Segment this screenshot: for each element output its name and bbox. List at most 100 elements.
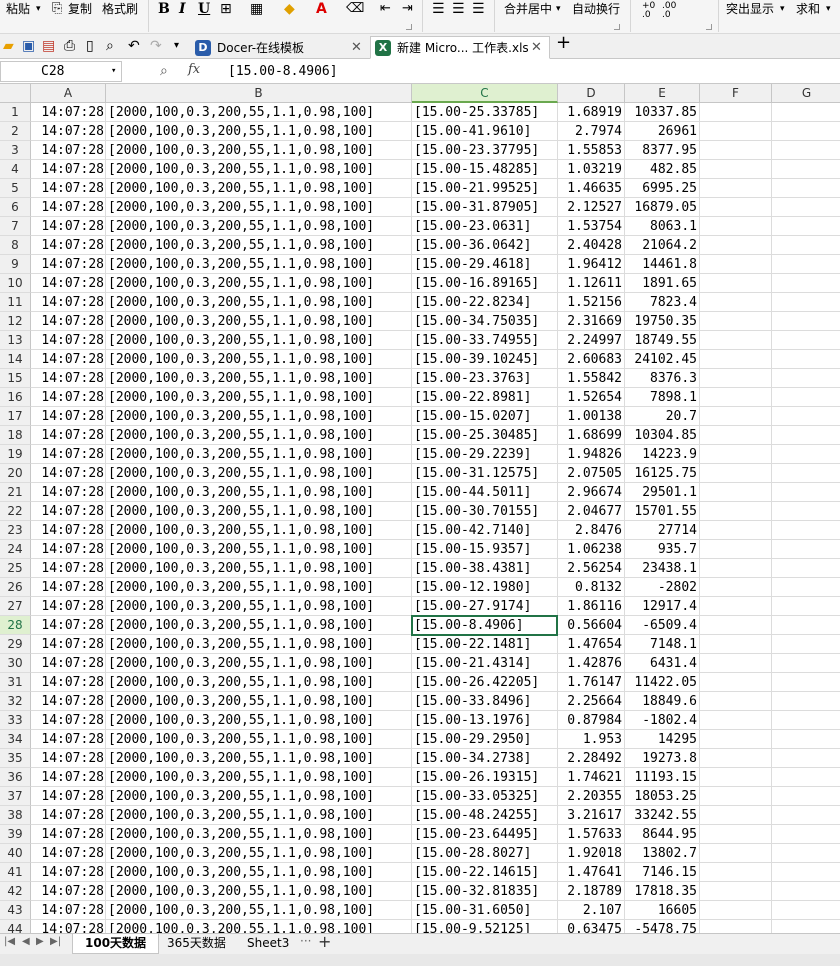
cell-a-18[interactable]: 14:07:28 xyxy=(31,426,106,445)
cell-b-20[interactable]: [2000,100,0.3,200,55,1.1,0.98,100] xyxy=(106,464,412,483)
cell-g-11[interactable] xyxy=(772,293,840,312)
cell-b-39[interactable]: [2000,100,0.3,200,55,1.1,0.98,100] xyxy=(106,825,412,844)
cell-f-40[interactable] xyxy=(700,844,772,863)
cell-e-43[interactable]: 16605 xyxy=(625,901,700,920)
cell-c-41[interactable]: [15.00-22.14615] xyxy=(412,863,558,882)
cell-d-18[interactable]: 1.68699 xyxy=(558,426,625,445)
cell-e-11[interactable]: 7823.4 xyxy=(625,293,700,312)
redo-icon[interactable]: ↷ xyxy=(150,38,162,54)
row-header[interactable]: 17 xyxy=(0,407,31,426)
cell-e-44[interactable]: -5478.75 xyxy=(625,920,700,933)
wrap-text-button[interactable]: 自动换行 xyxy=(572,0,620,18)
cell-e-35[interactable]: 19273.8 xyxy=(625,749,700,768)
cell-g-39[interactable] xyxy=(772,825,840,844)
cell-f-5[interactable] xyxy=(700,179,772,198)
cell-e-40[interactable]: 13802.7 xyxy=(625,844,700,863)
cell-g-20[interactable] xyxy=(772,464,840,483)
cell-b-31[interactable]: [2000,100,0.3,200,55,1.1,0.98,100] xyxy=(106,673,412,692)
cell-f-24[interactable] xyxy=(700,540,772,559)
cell-c-8[interactable]: [15.00-36.0642] xyxy=(412,236,558,255)
cell-g-5[interactable] xyxy=(772,179,840,198)
export-pdf-icon[interactable]: ▤ xyxy=(42,38,55,54)
column-header-g[interactable]: G xyxy=(772,84,840,103)
cell-a-31[interactable]: 14:07:28 xyxy=(31,673,106,692)
tab-docer[interactable]: D Docer-在线模板 ✕ xyxy=(190,36,370,59)
cell-b-42[interactable]: [2000,100,0.3,200,55,1.1,0.98,100] xyxy=(106,882,412,901)
cell-f-16[interactable] xyxy=(700,388,772,407)
cell-a-24[interactable]: 14:07:28 xyxy=(31,540,106,559)
row-header[interactable]: 29 xyxy=(0,635,31,654)
add-sheet-icon[interactable]: + xyxy=(318,932,331,951)
number-group-launcher-icon[interactable] xyxy=(706,24,712,30)
cell-c-30[interactable]: [15.00-21.4314] xyxy=(412,654,558,673)
cell-a-2[interactable]: 14:07:28 xyxy=(31,122,106,141)
row-header[interactable]: 44 xyxy=(0,920,31,933)
cell-g-41[interactable] xyxy=(772,863,840,882)
paste-dropdown-icon[interactable]: ▾ xyxy=(36,0,41,18)
cell-d-33[interactable]: 0.87984 xyxy=(558,711,625,730)
cell-c-4[interactable]: [15.00-15.48285] xyxy=(412,160,558,179)
cell-c-38[interactable]: [15.00-48.24255] xyxy=(412,806,558,825)
cell-b-5[interactable]: [2000,100,0.3,200,55,1.1,0.98,100] xyxy=(106,179,412,198)
cell-d-37[interactable]: 2.20355 xyxy=(558,787,625,806)
cell-f-12[interactable] xyxy=(700,312,772,331)
cell-g-36[interactable] xyxy=(772,768,840,787)
cell-d-25[interactable]: 2.56254 xyxy=(558,559,625,578)
cell-d-24[interactable]: 1.06238 xyxy=(558,540,625,559)
cell-d-30[interactable]: 1.42876 xyxy=(558,654,625,673)
cell-d-21[interactable]: 2.96674 xyxy=(558,483,625,502)
cell-d-12[interactable]: 2.31669 xyxy=(558,312,625,331)
cell-e-17[interactable]: 20.7 xyxy=(625,407,700,426)
cell-f-41[interactable] xyxy=(700,863,772,882)
row-header[interactable]: 4 xyxy=(0,160,31,179)
cell-f-14[interactable] xyxy=(700,350,772,369)
align-right-icon[interactable]: ☰ xyxy=(472,0,485,18)
row-header[interactable]: 7 xyxy=(0,217,31,236)
format-painter-button[interactable]: 格式刷 xyxy=(102,0,138,18)
cell-c-35[interactable]: [15.00-34.2738] xyxy=(412,749,558,768)
cell-g-26[interactable] xyxy=(772,578,840,597)
cell-b-16[interactable]: [2000,100,0.3,200,55,1.1,0.98,100] xyxy=(106,388,412,407)
row-header[interactable]: 5 xyxy=(0,179,31,198)
row-header[interactable]: 12 xyxy=(0,312,31,331)
cell-b-10[interactable]: [2000,100,0.3,200,55,1.1,0.98,100] xyxy=(106,274,412,293)
cell-d-31[interactable]: 1.76147 xyxy=(558,673,625,692)
cell-c-18[interactable]: [15.00-25.30485] xyxy=(412,426,558,445)
cell-f-9[interactable] xyxy=(700,255,772,274)
cell-c-25[interactable]: [15.00-38.4381] xyxy=(412,559,558,578)
copy-button[interactable]: 复制 xyxy=(68,0,92,18)
sum-dropdown-icon[interactable]: ▾ xyxy=(826,0,831,18)
cell-a-21[interactable]: 14:07:28 xyxy=(31,483,106,502)
cell-d-36[interactable]: 1.74621 xyxy=(558,768,625,787)
cell-c-13[interactable]: [15.00-33.74955] xyxy=(412,331,558,350)
cell-f-34[interactable] xyxy=(700,730,772,749)
row-header[interactable]: 35 xyxy=(0,749,31,768)
cell-a-42[interactable]: 14:07:28 xyxy=(31,882,106,901)
cell-a-43[interactable]: 14:07:28 xyxy=(31,901,106,920)
row-header[interactable]: 39 xyxy=(0,825,31,844)
cell-d-27[interactable]: 1.86116 xyxy=(558,597,625,616)
sum-button[interactable]: 求和 xyxy=(796,0,820,18)
row-header[interactable]: 15 xyxy=(0,369,31,388)
cell-c-1[interactable]: [15.00-25.33785] xyxy=(412,103,558,122)
cell-c-24[interactable]: [15.00-15.9357] xyxy=(412,540,558,559)
increase-decimal-button[interactable]: +0 .0 xyxy=(642,2,656,20)
cell-e-16[interactable]: 7898.1 xyxy=(625,388,700,407)
cell-a-20[interactable]: 14:07:28 xyxy=(31,464,106,483)
alignment-group-launcher-icon[interactable] xyxy=(614,24,620,30)
cell-b-27[interactable]: [2000,100,0.3,200,55,1.1,0.98,100] xyxy=(106,597,412,616)
cell-b-19[interactable]: [2000,100,0.3,200,55,1.1,0.98,100] xyxy=(106,445,412,464)
row-header[interactable]: 26 xyxy=(0,578,31,597)
cell-a-7[interactable]: 14:07:28 xyxy=(31,217,106,236)
cell-g-15[interactable] xyxy=(772,369,840,388)
cell-g-10[interactable] xyxy=(772,274,840,293)
decrease-decimal-button[interactable]: .00 .0 xyxy=(662,2,678,20)
quick-access-dropdown-icon[interactable]: ▾ xyxy=(174,38,179,54)
cell-e-31[interactable]: 11422.05 xyxy=(625,673,700,692)
bold-button[interactable]: B xyxy=(158,0,170,18)
merge-dropdown-icon[interactable]: ▾ xyxy=(556,0,561,18)
cell-c-42[interactable]: [15.00-32.81835] xyxy=(412,882,558,901)
cell-b-38[interactable]: [2000,100,0.3,200,55,1.1,0.98,100] xyxy=(106,806,412,825)
cell-g-8[interactable] xyxy=(772,236,840,255)
cell-g-33[interactable] xyxy=(772,711,840,730)
